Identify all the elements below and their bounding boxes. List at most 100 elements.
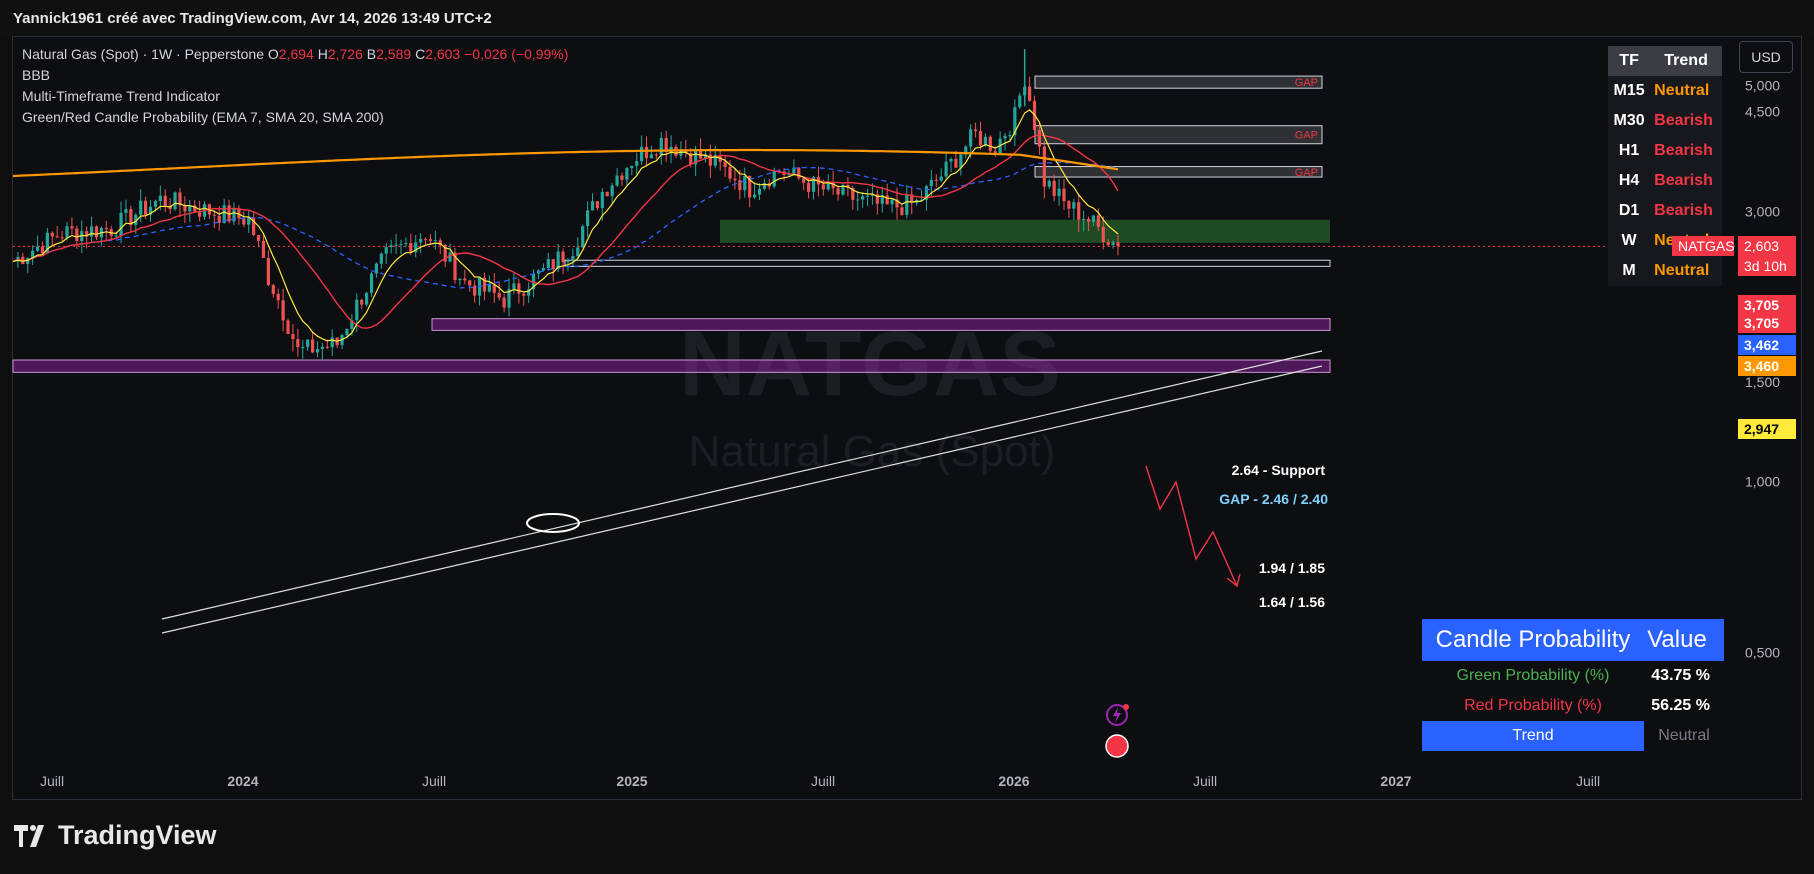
candle-body	[261, 240, 266, 258]
price-tag: 3,462	[1738, 335, 1796, 355]
candle-body	[821, 184, 825, 190]
candle-body	[595, 201, 600, 209]
candle-body	[571, 256, 575, 262]
projection-arrowhead	[1226, 573, 1241, 588]
candle-body	[384, 247, 388, 254]
candle-body	[900, 207, 904, 215]
cp-trend-value: Neutral	[1658, 727, 1710, 744]
close-label: C	[415, 46, 426, 62]
candle-body	[1077, 202, 1081, 220]
purple-zone	[12, 359, 1331, 373]
candle-body	[1057, 188, 1061, 197]
indicator-candle-probability[interactable]: Green/Red Candle Probability (EMA 7, SMA…	[22, 107, 568, 128]
candle-body	[802, 178, 806, 183]
candle-body	[330, 337, 334, 348]
x-tick-label: Juill	[40, 773, 64, 789]
trend-row-m: M Neutral	[1608, 256, 1722, 286]
candle-body	[743, 175, 747, 191]
open-value: 2,694	[278, 46, 314, 62]
x-tick-label: 2025	[616, 773, 647, 789]
candle-body	[978, 131, 983, 146]
candle-body	[1062, 188, 1066, 202]
candle-body	[35, 246, 40, 251]
gap-label: GAP	[1295, 130, 1318, 142]
candle-body	[757, 188, 762, 195]
y-tick-label: 3,000	[1745, 203, 1780, 219]
x-tick-label: 2027	[1380, 773, 1411, 789]
candle-body	[861, 196, 865, 200]
candle-body	[266, 257, 270, 285]
trend-value-cell: Bearish	[1654, 112, 1713, 129]
trend-tf-cell: H1	[1618, 142, 1640, 159]
purple-zone	[431, 318, 1331, 331]
tradingview-logo[interactable]: TradingView	[14, 820, 217, 851]
candle-body	[752, 194, 757, 198]
candle-body	[153, 201, 158, 207]
candle-body	[1018, 95, 1022, 108]
trend-tf-cell: M	[1622, 262, 1636, 279]
candle-body	[124, 209, 128, 213]
candle-body	[797, 167, 801, 179]
candle-body	[620, 175, 624, 180]
candle-body	[104, 227, 108, 230]
candle-body	[291, 334, 295, 340]
high-value: 2,726	[327, 46, 363, 62]
trend-row-h4: H4 Bearish	[1608, 166, 1722, 196]
notification-dot-icon	[1123, 704, 1129, 710]
indicator-bbb[interactable]: BBB	[22, 65, 568, 86]
candle-body	[448, 252, 452, 262]
candle-body	[320, 346, 324, 349]
candle-body	[1047, 180, 1051, 187]
candle-body	[1067, 201, 1071, 209]
candle-body	[865, 195, 870, 197]
candle-body	[929, 179, 933, 187]
candle-body	[566, 261, 570, 263]
candle-body	[807, 182, 811, 192]
gap-range-zone	[564, 259, 1331, 267]
candle-body	[772, 170, 776, 187]
trend-value-cell: Neutral	[1654, 262, 1710, 279]
trend-value-cell: Bearish	[1654, 142, 1713, 159]
projection-path	[1145, 465, 1238, 587]
price-tag: 3,705	[1738, 295, 1796, 315]
candle-body	[1003, 135, 1007, 139]
candle-body	[404, 243, 408, 245]
candle-body	[728, 166, 732, 179]
change-value: −0,026 (−0,99%)	[464, 46, 569, 62]
candle-body	[144, 200, 148, 215]
candle-body	[158, 195, 162, 202]
candle-body	[365, 292, 369, 305]
candle-body	[114, 235, 118, 237]
candle-body	[969, 129, 973, 147]
cp-red-value: 56.25 %	[1651, 697, 1710, 714]
candle-body	[345, 329, 349, 336]
currency-button[interactable]: USD	[1739, 41, 1793, 73]
candle-body	[242, 218, 246, 225]
close-value: 2,603	[425, 46, 461, 62]
candle-body	[576, 247, 580, 257]
candle-body	[1028, 86, 1032, 101]
candle-body	[649, 154, 654, 159]
symbol-ohlc-line: Natural Gas (Spot) · 1W · Pepperstone O2…	[22, 44, 568, 65]
candle-body	[409, 243, 413, 253]
candle-body	[635, 161, 639, 166]
candle-body	[60, 237, 64, 239]
candle-probability-header: Candle Probability Value	[1422, 619, 1724, 661]
candle-body	[934, 179, 938, 181]
gap-label: GAP	[1295, 167, 1318, 179]
price-tag: 3,460	[1738, 356, 1796, 376]
candle-body	[615, 175, 619, 186]
x-tick-label: Juill	[422, 773, 446, 789]
candle-body	[644, 146, 649, 159]
candle-body	[65, 226, 69, 238]
candle-body	[487, 284, 491, 292]
candle-body	[50, 232, 54, 237]
candle-body	[1096, 215, 1100, 227]
y-tick-label: 1,500	[1745, 374, 1780, 390]
candle-body	[119, 212, 123, 236]
x-tick-label: Juill	[1193, 773, 1217, 789]
indicator-mtf-trend[interactable]: Multi-Timeframe Trend Indicator	[22, 86, 568, 107]
trend-value-cell: Bearish	[1654, 172, 1713, 189]
low-value: 2,589	[376, 46, 412, 62]
highlight-ellipse	[526, 513, 580, 533]
